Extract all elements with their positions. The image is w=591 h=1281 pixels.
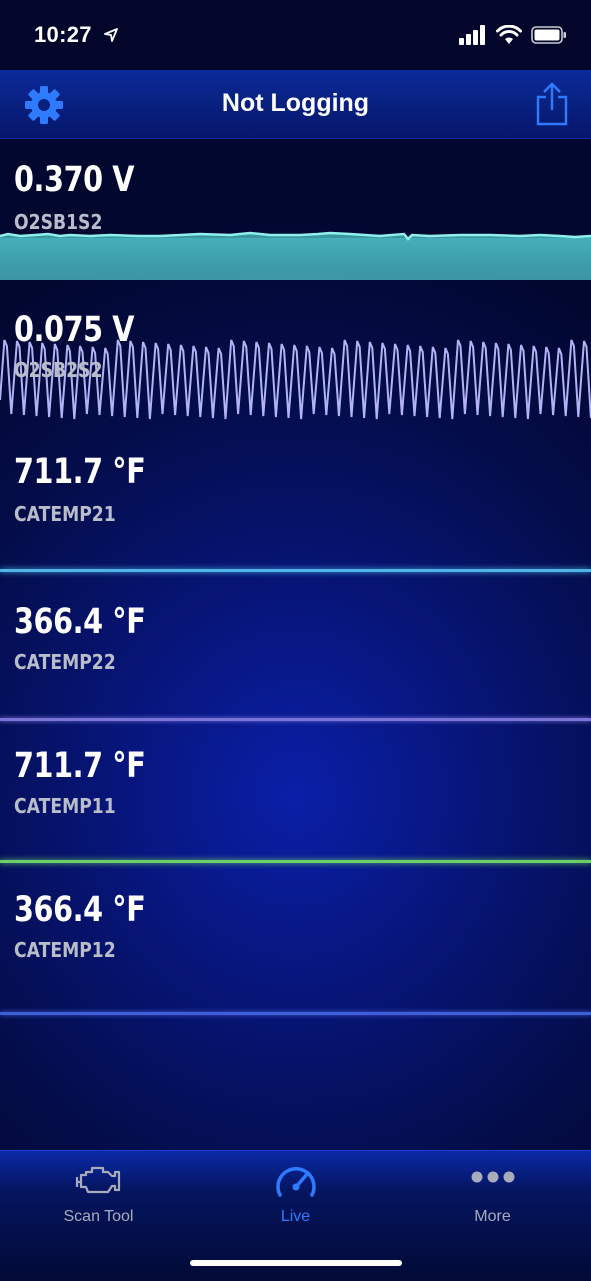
gauge-value: 711.7 °F: [14, 746, 146, 786]
gauge-value: 366.4 °F: [14, 890, 146, 930]
gauge-label: CATEMP12: [14, 938, 116, 962]
gauge-o2sb1s2[interactable]: 0.370 V O2SB1S2: [0, 140, 591, 280]
battery-icon: [531, 26, 566, 44]
trace-catemp12: [0, 1012, 591, 1015]
gauge-label: O2SB2S2: [14, 358, 103, 382]
gauge-value: 0.075 V: [14, 310, 135, 350]
gauge-label: CATEMP11: [14, 794, 116, 818]
live-screen: 10:27 Not Logging 0.370 V O2SB1S2 0.075 …: [0, 0, 591, 1281]
tab-scan-tool[interactable]: Scan Tool: [0, 1151, 197, 1241]
gauge-catemp22[interactable]: 366.4 °F CATEMP22: [0, 588, 591, 723]
wifi-icon: [496, 25, 522, 44]
share-icon[interactable]: [535, 82, 569, 126]
location-arrow-icon: [104, 28, 118, 42]
tab-label: More: [474, 1208, 511, 1225]
speedometer-icon: [275, 1167, 316, 1197]
tab-label: Live: [280, 1208, 311, 1225]
logging-status-title: Not Logging: [221, 89, 370, 117]
status-time: 10:27: [34, 22, 92, 47]
cellular-signal-icon: [459, 25, 485, 45]
gauge-value: 0.370 V: [14, 160, 135, 200]
status-bar: 10:27: [0, 0, 591, 70]
trace-catemp22: [0, 718, 591, 721]
gauge-value: 711.7 °F: [14, 452, 146, 492]
trace-catemp11: [0, 860, 591, 863]
home-indicator: [190, 1260, 402, 1266]
gauge-catemp21[interactable]: 711.7 °F CATEMP21: [0, 440, 591, 575]
gauge-o2sb2s2[interactable]: 0.075 V O2SB2S2: [0, 290, 591, 430]
tab-live[interactable]: Live: [197, 1151, 394, 1241]
gauge-catemp11[interactable]: 711.7 °F CATEMP11: [0, 732, 591, 867]
gauge-label: CATEMP22: [14, 650, 116, 674]
gauge-catemp12[interactable]: 366.4 °F CATEMP12: [0, 876, 591, 1016]
tab-more[interactable]: More: [394, 1151, 591, 1241]
navigation-bar: Not Logging: [0, 70, 591, 139]
gauge-label: CATEMP21: [14, 502, 116, 526]
gauge-value: 366.4 °F: [14, 602, 146, 642]
status-icons: [459, 24, 567, 46]
engine-icon: [75, 1166, 120, 1194]
tab-label: Scan Tool: [63, 1208, 134, 1225]
ellipsis-icon: [471, 1171, 514, 1183]
trace-catemp21: [0, 569, 591, 572]
gauge-label: O2SB1S2: [14, 210, 103, 234]
